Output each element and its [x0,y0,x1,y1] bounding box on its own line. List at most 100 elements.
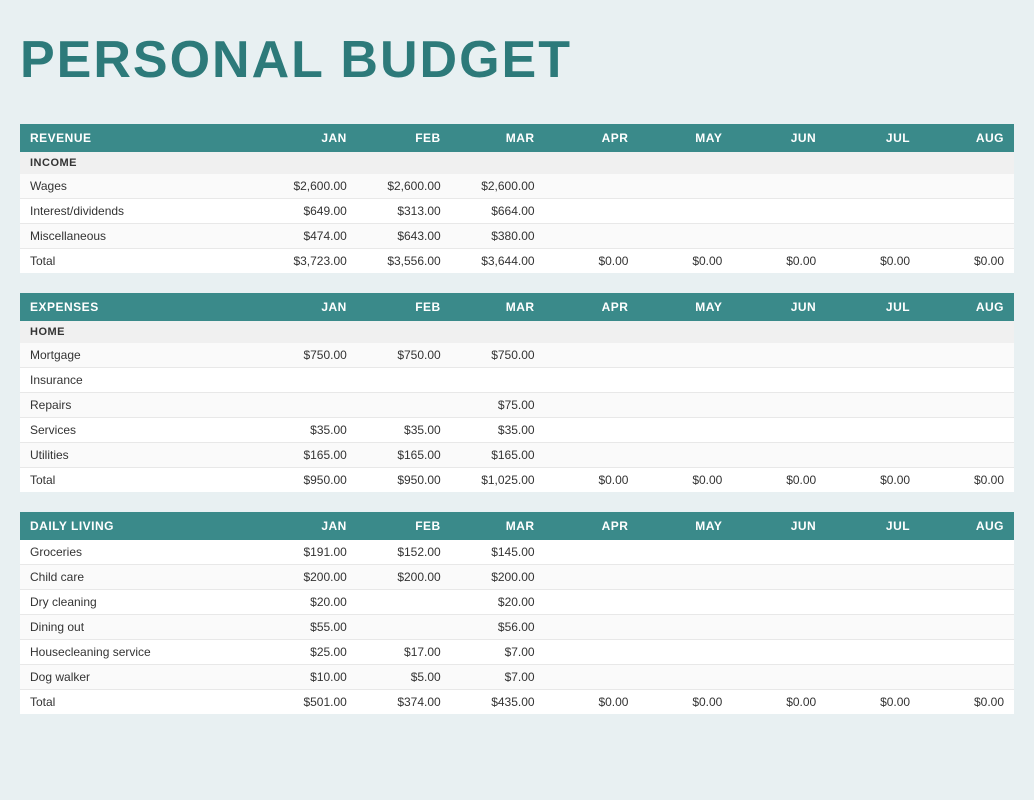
revenue-col-jun: JUN [732,124,826,152]
wages-jun [732,174,826,199]
expenses-table: EXPENSES JAN FEB MAR APR MAY JUN JUL AUG… [20,293,1014,492]
expenses-col-jun: JUN [732,293,826,321]
childcare-may [638,565,732,590]
insurance-label: Insurance [20,368,263,393]
drycleaning-jul [826,590,920,615]
daily-living-total-aug: $0.00 [920,690,1014,715]
misc-feb: $643.00 [357,224,451,249]
misc-may [638,224,732,249]
table-row: Utilities $165.00 $165.00 $165.00 [20,443,1014,468]
daily-living-col-may: MAY [638,512,732,540]
interest-may [638,199,732,224]
revenue-total-row: Total $3,723.00 $3,556.00 $3,644.00 $0.0… [20,249,1014,274]
dogwalker-mar: $7.00 [451,665,545,690]
expenses-total-aug: $0.00 [920,468,1014,493]
interest-jul [826,199,920,224]
misc-label: Miscellaneous [20,224,263,249]
revenue-col-may: MAY [638,124,732,152]
housecleaning-jun [732,640,826,665]
revenue-total-jun: $0.00 [732,249,826,274]
groceries-aug [920,540,1014,565]
mortgage-apr [545,343,639,368]
drycleaning-aug [920,590,1014,615]
daily-living-total-jul: $0.00 [826,690,920,715]
daily-living-col-aug: AUG [920,512,1014,540]
drycleaning-jan: $20.00 [263,590,357,615]
services-jan: $35.00 [263,418,357,443]
interest-aug [920,199,1014,224]
daily-living-total-may: $0.00 [638,690,732,715]
dogwalker-aug [920,665,1014,690]
table-row: Services $35.00 $35.00 $35.00 [20,418,1014,443]
revenue-col-jul: JUL [826,124,920,152]
revenue-col-mar: MAR [451,124,545,152]
diningout-mar: $56.00 [451,615,545,640]
wages-mar: $2,600.00 [451,174,545,199]
table-row: Repairs $75.00 [20,393,1014,418]
revenue-col-jan: JAN [263,124,357,152]
groceries-feb: $152.00 [357,540,451,565]
drycleaning-may [638,590,732,615]
daily-living-col-jan: JAN [263,512,357,540]
services-jul [826,418,920,443]
insurance-feb [357,368,451,393]
table-row: Groceries $191.00 $152.00 $145.00 [20,540,1014,565]
interest-jun [732,199,826,224]
dogwalker-jan: $10.00 [263,665,357,690]
expenses-total-jul: $0.00 [826,468,920,493]
daily-living-total-row: Total $501.00 $374.00 $435.00 $0.00 $0.0… [20,690,1014,715]
mortgage-may [638,343,732,368]
utilities-mar: $165.00 [451,443,545,468]
groceries-label: Groceries [20,540,263,565]
diningout-jun [732,615,826,640]
drycleaning-feb [357,590,451,615]
housecleaning-mar: $7.00 [451,640,545,665]
mortgage-aug [920,343,1014,368]
groceries-jun [732,540,826,565]
childcare-jul [826,565,920,590]
groceries-jan: $191.00 [263,540,357,565]
services-mar: $35.00 [451,418,545,443]
daily-living-col-feb: FEB [357,512,451,540]
misc-aug [920,224,1014,249]
services-aug [920,418,1014,443]
wages-aug [920,174,1014,199]
groceries-mar: $145.00 [451,540,545,565]
revenue-table: REVENUE JAN FEB MAR APR MAY JUN JUL AUG … [20,124,1014,273]
dogwalker-feb: $5.00 [357,665,451,690]
drycleaning-apr [545,590,639,615]
utilities-label: Utilities [20,443,263,468]
mortgage-jun [732,343,826,368]
utilities-aug [920,443,1014,468]
mortgage-mar: $750.00 [451,343,545,368]
misc-jan: $474.00 [263,224,357,249]
childcare-aug [920,565,1014,590]
services-may [638,418,732,443]
housecleaning-jul [826,640,920,665]
daily-living-total-feb: $374.00 [357,690,451,715]
childcare-label: Child care [20,565,263,590]
insurance-jun [732,368,826,393]
expenses-total-apr: $0.00 [545,468,639,493]
housecleaning-jan: $25.00 [263,640,357,665]
childcare-feb: $200.00 [357,565,451,590]
table-row: Interest/dividends $649.00 $313.00 $664.… [20,199,1014,224]
repairs-jan [263,393,357,418]
diningout-feb [357,615,451,640]
table-row: Mortgage $750.00 $750.00 $750.00 [20,343,1014,368]
daily-living-total-mar: $435.00 [451,690,545,715]
repairs-feb [357,393,451,418]
mortgage-jul [826,343,920,368]
revenue-total-feb: $3,556.00 [357,249,451,274]
expenses-col-jul: JUL [826,293,920,321]
repairs-jun [732,393,826,418]
daily-living-col-jul: JUL [826,512,920,540]
childcare-mar: $200.00 [451,565,545,590]
daily-living-header-row: DAILY LIVING JAN FEB MAR APR MAY JUN JUL… [20,512,1014,540]
revenue-total-apr: $0.00 [545,249,639,274]
dogwalker-jun [732,665,826,690]
expenses-col-jan: JAN [263,293,357,321]
expenses-total-row: Total $950.00 $950.00 $1,025.00 $0.00 $0… [20,468,1014,493]
interest-jan: $649.00 [263,199,357,224]
diningout-label: Dining out [20,615,263,640]
